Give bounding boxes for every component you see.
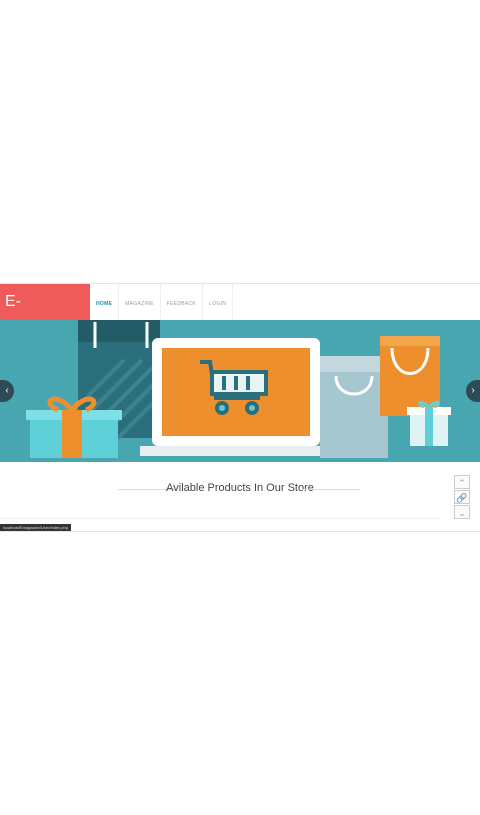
hero-slider: ‹ › <box>0 320 480 462</box>
browser-status-bar: localhost/Emagazine/User/index.php <box>0 524 71 531</box>
scroll-down-button[interactable]: ⌄ <box>454 505 470 519</box>
header: E-Magazine HOME MAGAZINE FEEDBACK LOGIN <box>0 284 480 346</box>
nav-item-feedback[interactable]: FEEDBACK <box>161 284 204 320</box>
products-section-title: Avilable Products In Our Store <box>166 482 314 494</box>
nav-item-login[interactable]: LOGIN <box>203 284 234 320</box>
content-divider <box>0 518 440 519</box>
nav-item-home[interactable]: HOME <box>90 284 120 320</box>
nav-item-magazine[interactable]: MAGAZINE <box>119 284 161 320</box>
site-logo[interactable]: E-Magazine <box>0 284 90 346</box>
page-tools: ⌃ 🔗 ⌄ <box>454 475 470 519</box>
shopping-illustration <box>26 320 451 458</box>
main-nav: HOME MAGAZINE FEEDBACK LOGIN <box>90 284 234 320</box>
title-divider-right <box>302 489 360 490</box>
grey-shopping-bag-icon <box>320 356 388 458</box>
products-section: Avilable Products In Our Store ⌃ 🔗 ⌄ <box>0 462 480 531</box>
link-button[interactable]: 🔗 <box>454 490 470 504</box>
browser-viewport: E-Magazine HOME MAGAZINE FEEDBACK LOGIN <box>0 283 480 532</box>
scroll-up-button[interactable]: ⌃ <box>454 475 470 489</box>
small-gift-box-icon <box>407 400 451 446</box>
